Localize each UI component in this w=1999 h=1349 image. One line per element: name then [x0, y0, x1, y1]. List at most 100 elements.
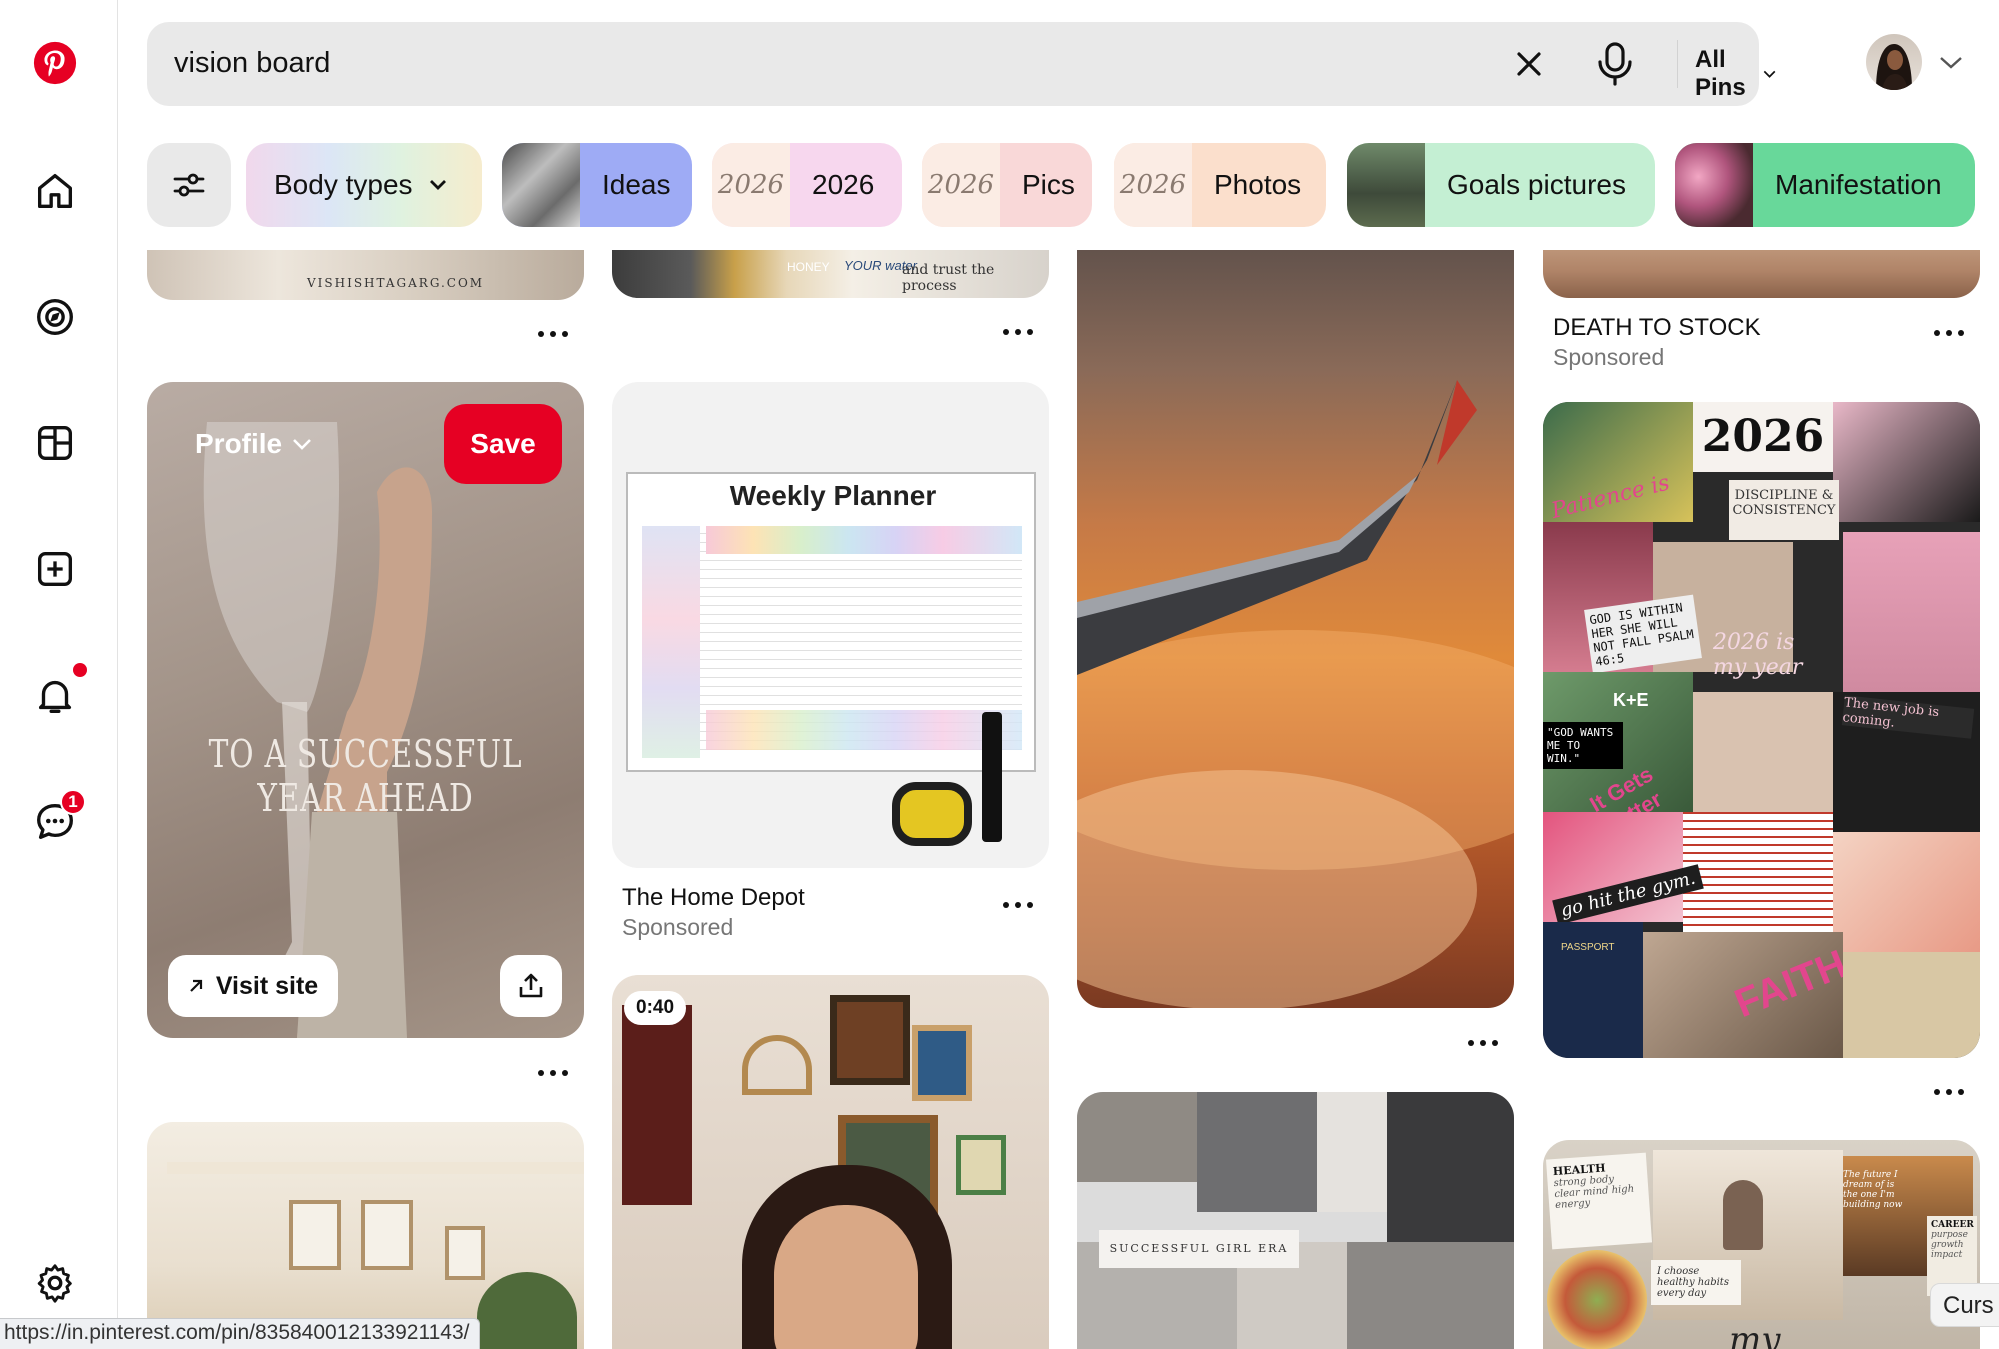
frame-1: [289, 1200, 341, 1270]
plant: [477, 1272, 577, 1349]
pin-caption: HONEY: [787, 260, 830, 274]
collage-text: PASSPORT: [1561, 942, 1615, 953]
arrow-up-right-icon: [190, 979, 202, 992]
pin-caption: and trust the process: [902, 262, 995, 294]
planner-grid: [642, 526, 1022, 758]
microphone-icon[interactable]: [1593, 40, 1637, 88]
messages-badge: 1: [60, 789, 86, 815]
visit-site-label: Visit site: [215, 971, 319, 1000]
pin-image-2026-collage[interactable]: 2026 Patience is key DISCIPLINE & CONSIS…: [1543, 402, 1980, 1058]
frame-blue: [912, 1025, 972, 1101]
compass-glyph: [37, 299, 73, 335]
pin-video-portrait[interactable]: 0:40: [612, 975, 1049, 1349]
yoga-figure: [1723, 1180, 1763, 1250]
chip-thumbnail: 2026: [922, 143, 1000, 227]
more-options-icon[interactable]: [538, 1066, 568, 1080]
boards-icon[interactable]: [24, 412, 86, 474]
collage-year: 2026: [1693, 402, 1833, 472]
more-options-icon[interactable]: [1003, 325, 1033, 339]
airplane-wing: [1077, 380, 1514, 1008]
create-icon[interactable]: [24, 538, 86, 600]
wall-fan: [742, 1035, 812, 1095]
frame-brown: [830, 995, 910, 1085]
more-options-icon[interactable]: [1468, 1036, 1498, 1050]
eraser: [892, 782, 972, 846]
explore-icon[interactable]: [24, 286, 86, 348]
save-button[interactable]: Save: [444, 404, 562, 484]
frame-2: [361, 1200, 413, 1270]
profile-label: Profile: [195, 428, 283, 459]
pin-caption: VISHISHTAGARG.COM: [307, 276, 485, 290]
note-health: HEALTH strong body clear mind high energ…: [1545, 1152, 1653, 1250]
pin-title[interactable]: The Home Depot: [622, 884, 805, 912]
pin-image-successful-girl-era[interactable]: SUCCESSFUL GIRL ERA: [1077, 1092, 1514, 1349]
chip-thumbnail: 2026: [712, 143, 790, 227]
collage-text: DISCIPLINE & CONSISTENCY: [1729, 480, 1839, 540]
food-bowl: [1547, 1250, 1647, 1349]
chip-thumbnail: 2026: [1114, 143, 1192, 227]
scope-dropdown[interactable]: All Pins: [1695, 46, 1776, 102]
share-button[interactable]: [500, 955, 562, 1017]
pinterest-logo[interactable]: [24, 32, 86, 94]
status-bar-url: https://in.pinterest.com/pin/83584001213…: [0, 1318, 481, 1349]
collage-text: 2026 is my year: [1713, 630, 1803, 680]
pin-caption: SUCCESSFUL GIRL ERA: [1099, 1230, 1299, 1268]
chip-label: Ideas: [602, 169, 671, 200]
person-face: [774, 1205, 918, 1349]
planner-heading: Weekly Planner: [729, 480, 937, 511]
home-icon[interactable]: [24, 160, 86, 222]
top-header: vision board All Pins Body types Ideas 2…: [118, 0, 1999, 250]
notification-dot: [73, 663, 87, 677]
pin-image-living-room[interactable]: [147, 1122, 584, 1349]
chip-ideas[interactable]: Ideas: [502, 143, 692, 227]
chip-label: Photos: [1214, 169, 1302, 200]
sliders-icon: [173, 173, 205, 197]
chip-body-types[interactable]: Body types: [246, 143, 482, 227]
home-glyph: [37, 173, 73, 209]
close-icon[interactable]: [1509, 44, 1549, 84]
pin-image-weekly-planner[interactable]: Weekly Planner: [612, 382, 1049, 868]
profile-dropdown[interactable]: Profile: [195, 428, 312, 460]
pin-title[interactable]: DEATH TO STOCK: [1553, 314, 1761, 342]
settings-icon[interactable]: [24, 1252, 86, 1314]
filter-button[interactable]: [147, 143, 231, 227]
chip-label: 2026: [812, 169, 875, 200]
chip-label: Goals pictures: [1447, 169, 1626, 200]
more-options-icon[interactable]: [538, 327, 568, 341]
chip-label: Manifestation: [1775, 169, 1942, 200]
bell-glyph: [38, 680, 72, 713]
pinterest-icon: [33, 41, 77, 85]
avatar[interactable]: [1866, 34, 1922, 90]
chip-photos[interactable]: 2026 Photos: [1114, 143, 1326, 227]
account-chevron-icon[interactable]: [1938, 52, 1964, 72]
pin-overlay-text: TO A SUCCESSFUL YEAR AHEAD: [208, 732, 523, 820]
chip-manifestation[interactable]: Manifestation: [1675, 143, 1975, 227]
collage-text: "GOD WANTS ME TO WIN.": [1543, 722, 1623, 769]
pin-subtitle: Sponsored: [622, 914, 734, 940]
chevron-down-icon: [429, 180, 446, 190]
chevron-down-icon: [1763, 70, 1775, 78]
chip-goals-pictures[interactable]: Goals pictures: [1347, 143, 1655, 227]
frame-dark-red: [622, 1005, 692, 1205]
search-input[interactable]: vision board: [174, 47, 330, 80]
more-options-icon[interactable]: [1003, 898, 1033, 912]
collage-text: K+E: [1613, 690, 1649, 710]
chip-label: Pics: [1022, 169, 1075, 200]
more-options-icon[interactable]: [1934, 326, 1964, 340]
plus-square-glyph: [37, 551, 73, 587]
chip-pics[interactable]: 2026 Pics: [922, 143, 1092, 227]
marker: [982, 712, 1002, 842]
frame-small: [956, 1135, 1006, 1195]
pin-subtitle: Sponsored: [1553, 344, 1665, 370]
search-bar[interactable]: vision board All Pins: [147, 22, 1775, 106]
cursor-label: Curs: [1930, 1283, 1999, 1327]
chip-thumbnail: [1347, 143, 1425, 227]
sidebar: 1: [0, 0, 118, 1349]
pin-image-airplane-sunset[interactable]: [1077, 230, 1514, 1008]
pin-image-vision-collage[interactable]: HEALTH strong body clear mind high energ…: [1543, 1140, 1980, 1349]
visit-site-button[interactable]: Visit site: [168, 955, 338, 1017]
chip-2026[interactable]: 2026 2026: [712, 143, 902, 227]
more-options-icon[interactable]: [1934, 1085, 1964, 1099]
avatar-portrait: [1876, 44, 1912, 90]
planner-board: Weekly Planner: [626, 472, 1036, 772]
